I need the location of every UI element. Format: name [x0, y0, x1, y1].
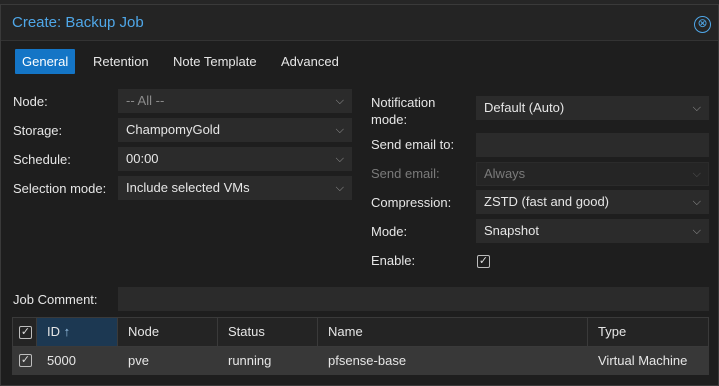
- tab-advanced[interactable]: Advanced: [274, 49, 346, 74]
- node-label: Node:: [13, 94, 48, 109]
- chevron-down-icon: ⌵: [335, 95, 344, 107]
- chevron-down-icon: ⌵: [335, 153, 344, 165]
- column-header-status[interactable]: Status: [218, 318, 318, 346]
- storage-label: Storage:: [13, 123, 63, 138]
- dialog-title: Create: Backup Job: [12, 14, 144, 31]
- grid-header: ✓ ID ↑ Node Status Name Type: [12, 317, 709, 347]
- column-header-node[interactable]: Node: [118, 318, 218, 346]
- mode-select[interactable]: Snapshot ⌵: [476, 219, 709, 243]
- send-email-label: Send email:: [371, 166, 440, 181]
- cell-name: pfsense-base: [328, 353, 407, 368]
- tab-bar: General Retention Note Template Advanced: [1, 41, 718, 79]
- compression-label: Compression:: [371, 195, 452, 210]
- tab-retention[interactable]: Retention: [86, 49, 156, 74]
- mode-label: Mode:: [371, 224, 408, 239]
- job-comment-label: Job Comment:: [13, 292, 98, 307]
- storage-select[interactable]: ChampomyGold ⌵: [118, 118, 352, 142]
- send-email-to-label: Send email to:: [371, 137, 455, 152]
- schedule-label: Schedule:: [13, 152, 71, 167]
- send-email-select[interactable]: Always ⌵: [476, 162, 709, 186]
- table-row[interactable]: ✓ 5000 pve running pfsense-base Virtual …: [12, 347, 709, 375]
- column-header-id[interactable]: ID ↑: [37, 318, 118, 346]
- chevron-down-icon: ⌵: [692, 196, 701, 208]
- chevron-down-icon: ⌵: [335, 182, 344, 194]
- notification-mode-label: Notification mode:: [371, 95, 436, 127]
- vm-selection-grid: ✓ ID ↑ Node Status Name Type ✓ 5000 pve …: [12, 317, 709, 377]
- notification-mode-select[interactable]: Default (Auto) ⌵: [476, 96, 709, 120]
- row-select-cell: ✓: [12, 347, 36, 375]
- select-all-checkbox[interactable]: ✓: [19, 326, 32, 339]
- tab-note-template[interactable]: Note Template: [166, 49, 264, 74]
- chevron-down-icon: ⌵: [335, 124, 344, 136]
- sort-ascending-icon: ↑: [63, 324, 71, 339]
- chevron-down-icon: ⌵: [692, 168, 701, 180]
- cell-node: pve: [128, 353, 149, 368]
- schedule-select[interactable]: 00:00 ⌵: [118, 147, 352, 171]
- send-email-to-input[interactable]: [476, 133, 709, 157]
- enable-checkbox[interactable]: ✓: [477, 255, 490, 268]
- close-icon[interactable]: ⊗: [694, 16, 711, 33]
- column-header-type[interactable]: Type: [588, 318, 708, 346]
- dialog-titlebar: Create: Backup Job ⊗: [1, 5, 718, 41]
- compression-select[interactable]: ZSTD (fast and good) ⌵: [476, 190, 709, 214]
- cell-status: running: [228, 353, 272, 368]
- selection-mode-select[interactable]: Include selected VMs ⌵: [118, 176, 352, 200]
- chevron-down-icon: ⌵: [692, 225, 701, 237]
- chevron-down-icon: ⌵: [692, 102, 701, 114]
- cell-type: Virtual Machine: [598, 353, 688, 368]
- select-all-cell: ✓: [13, 318, 37, 346]
- enable-label: Enable:: [371, 253, 416, 268]
- tab-general[interactable]: General: [15, 49, 76, 74]
- row-checkbox[interactable]: ✓: [19, 354, 32, 367]
- job-comment-input[interactable]: [118, 287, 709, 311]
- cell-id: 5000: [47, 353, 76, 368]
- selection-mode-label: Selection mode:: [13, 181, 107, 196]
- column-header-name[interactable]: Name: [318, 318, 588, 346]
- node-select[interactable]: -- All -- ⌵: [118, 89, 352, 113]
